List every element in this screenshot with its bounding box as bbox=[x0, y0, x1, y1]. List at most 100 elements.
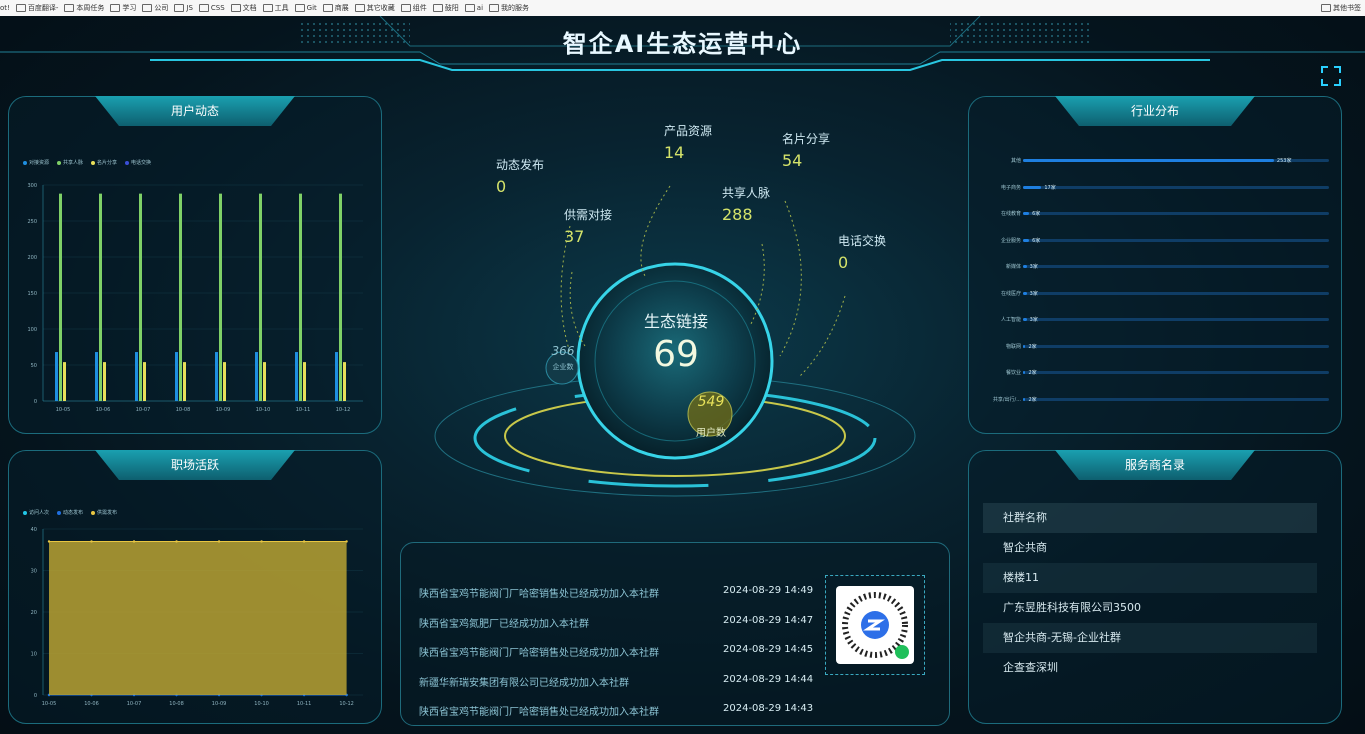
bar bbox=[175, 352, 178, 401]
bar bbox=[55, 352, 58, 401]
industry-label: 在线教育 bbox=[1000, 211, 1021, 217]
bookmark-label: 鼓阳 bbox=[444, 4, 459, 12]
service-row[interactable]: 企查查深圳 bbox=[983, 653, 1317, 683]
legend-label: 名片分享 bbox=[97, 160, 118, 166]
legend-dot-icon bbox=[57, 160, 62, 165]
bookmark-other-label: 其他书签 bbox=[1333, 4, 1361, 12]
legend-dot-icon bbox=[125, 160, 130, 165]
bookmark-item[interactable]: JS bbox=[174, 3, 193, 13]
x-tick-label: 10-06 bbox=[84, 701, 99, 707]
bookmark-label: 工具 bbox=[274, 4, 289, 12]
stat-item: 动态发布 0 bbox=[496, 156, 544, 196]
bookmark-label: 其它收藏 bbox=[366, 4, 395, 12]
industry-track: 3家 bbox=[1023, 317, 1329, 323]
x-tick-label: 10-07 bbox=[136, 407, 151, 413]
service-header-label: 社群名称 bbox=[1003, 511, 1047, 524]
bookmark-item[interactable]: 商展 bbox=[322, 3, 349, 13]
industry-row: 共享/出行/... 2家 bbox=[981, 394, 1331, 404]
legend-item: 对接资源 bbox=[23, 159, 49, 166]
bookmark-item[interactable]: Git bbox=[294, 3, 317, 13]
y-tick-label: 250 bbox=[27, 219, 37, 225]
bookmark-item[interactable]: 我的服务 bbox=[489, 3, 529, 13]
folder-icon bbox=[262, 4, 273, 12]
bar bbox=[143, 362, 146, 401]
stat-value: 0 bbox=[496, 177, 507, 196]
page-title: 智企AI生态运营中心 bbox=[562, 30, 803, 58]
service-row[interactable]: 智企共商 bbox=[983, 533, 1317, 563]
industry-row: 在线医疗 3家 bbox=[981, 288, 1331, 298]
industry-bar bbox=[1023, 265, 1027, 268]
data-point bbox=[302, 540, 306, 543]
y-tick-label: 10 bbox=[31, 652, 37, 658]
panel-title: 职场活跃 bbox=[95, 450, 295, 480]
bar bbox=[135, 352, 138, 401]
industry-track: 6家 bbox=[1023, 238, 1329, 244]
bookmark-other[interactable]: 其他书签 bbox=[1321, 3, 1361, 13]
bar bbox=[343, 362, 346, 401]
industry-bar bbox=[1023, 291, 1027, 295]
bookmark-item[interactable]: 百度翻译- bbox=[15, 3, 58, 13]
bar bbox=[299, 193, 302, 401]
bar bbox=[223, 362, 226, 401]
industry-bar bbox=[1023, 397, 1026, 401]
industry-track: 253家 bbox=[1023, 158, 1329, 164]
industry-row: 电子商务 17家 bbox=[981, 182, 1331, 192]
bookmark-item[interactable]: ai bbox=[464, 3, 483, 13]
x-tick-label: 10-09 bbox=[216, 407, 231, 413]
bookmark-label: 商展 bbox=[334, 4, 349, 12]
industry-bar bbox=[1023, 318, 1027, 321]
y-tick-label: 0 bbox=[34, 399, 37, 405]
chart-legend: 访问人次 动态发布 供需发布 bbox=[23, 509, 117, 516]
service-row[interactable]: 智企共商-无锡-企业社群 bbox=[983, 623, 1317, 653]
stat-value: 37 bbox=[564, 227, 585, 246]
qr-frame bbox=[825, 575, 925, 675]
bookmark-item[interactable]: 学习 bbox=[110, 3, 136, 13]
folder-icon bbox=[1321, 4, 1331, 12]
bar bbox=[99, 193, 102, 401]
news-text: 陕西省宝鸡节能阀门厂哈密销售处已经成功加入本社群 bbox=[419, 707, 659, 718]
user-label: 用户数 bbox=[696, 428, 726, 439]
area-fill bbox=[49, 541, 347, 695]
bar bbox=[179, 193, 182, 401]
bookmark-label: 本周任务 bbox=[76, 4, 105, 12]
stat-value: 0 bbox=[838, 253, 849, 272]
service-row[interactable]: 广东昱胜科技有限公司3500 bbox=[983, 593, 1317, 623]
stat-label: 动态发布 bbox=[496, 158, 545, 172]
stat-label: 名片分享 bbox=[782, 132, 831, 146]
bookmark-item[interactable]: CSS bbox=[198, 3, 225, 13]
news-time: 2024-08-29 14:43 bbox=[723, 703, 814, 714]
industry-track: 2家 bbox=[1023, 344, 1329, 350]
bookmark-item[interactable]: 其它收藏 bbox=[354, 3, 395, 13]
service-row[interactable]: 楼楼11 bbox=[983, 563, 1317, 593]
x-tick-label: 10-09 bbox=[212, 701, 227, 707]
bookmark-item[interactable]: 公司 bbox=[142, 3, 168, 13]
x-tick-label: 10-05 bbox=[42, 701, 57, 707]
x-tick-label: 10-10 bbox=[254, 701, 269, 707]
data-point bbox=[217, 540, 221, 543]
bookmark-item[interactable]: 鼓阳 bbox=[432, 3, 459, 13]
bar bbox=[259, 193, 262, 401]
bar bbox=[335, 352, 338, 401]
y-tick-label: 300 bbox=[27, 183, 37, 189]
industry-label: 物联网 bbox=[1005, 343, 1021, 350]
y-tick-label: 30 bbox=[31, 569, 37, 575]
industry-label: 餐饮业 bbox=[1005, 370, 1021, 376]
industry-label: 人工智能 bbox=[1000, 317, 1021, 323]
bookmark-item[interactable]: 组件 bbox=[400, 3, 427, 13]
fullscreen-icon[interactable] bbox=[1321, 66, 1341, 86]
bookmark-item[interactable]: 本周任务 bbox=[64, 3, 104, 13]
qr-code-icon[interactable] bbox=[836, 586, 914, 664]
service-name: 智企共商 bbox=[1003, 541, 1047, 554]
folder-icon bbox=[294, 4, 305, 12]
stat-label: 产品资源 bbox=[664, 124, 713, 138]
folder-icon bbox=[432, 4, 443, 12]
bookmark-item[interactable]: 文档 bbox=[230, 3, 257, 13]
bookmark-item[interactable]: 工具 bbox=[262, 3, 289, 13]
legend-dot-icon bbox=[91, 160, 96, 165]
industry-value: 17家 bbox=[1044, 184, 1056, 191]
legend-label: 供需发布 bbox=[97, 510, 118, 516]
bookmark-cut-label: ot! bbox=[0, 4, 10, 12]
bar bbox=[139, 193, 142, 401]
folder-icon bbox=[354, 4, 365, 12]
service-name: 企查查深圳 bbox=[1003, 661, 1058, 674]
